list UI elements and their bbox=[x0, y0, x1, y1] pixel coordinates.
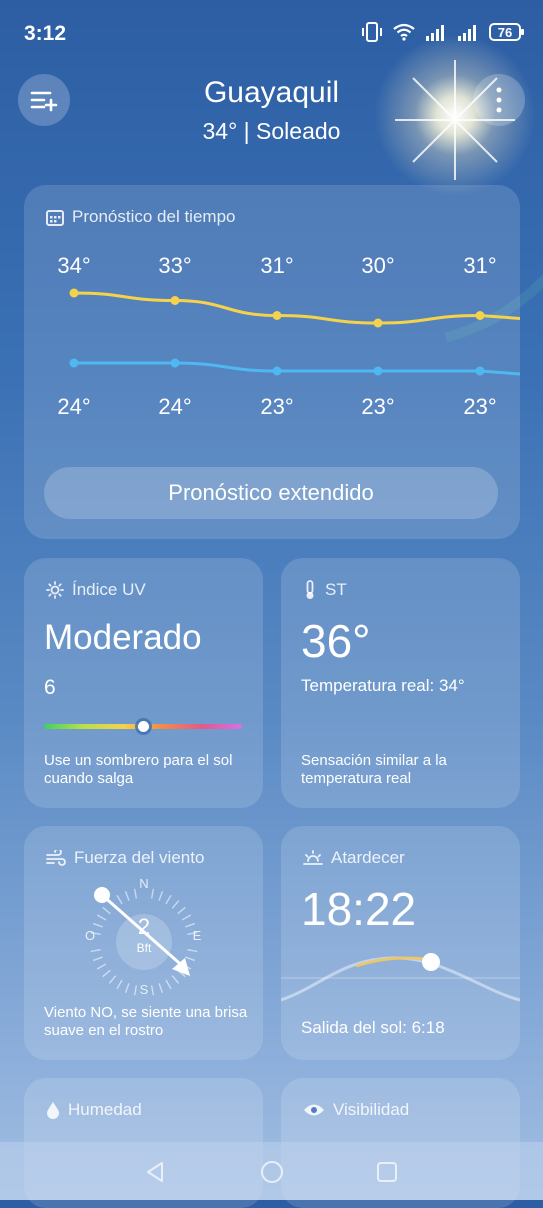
forecast-low-2: 23° bbox=[260, 394, 294, 419]
sun-position-marker bbox=[422, 953, 440, 971]
compass-tick bbox=[116, 979, 123, 990]
sunset-title: Atardecer bbox=[303, 848, 405, 868]
forecast-card[interactable]: Pronóstico del tiempo 34° 33° 31° 30° 31… bbox=[24, 185, 520, 539]
status-bar: 3:12 76 bbox=[0, 0, 543, 70]
compass-tick bbox=[116, 894, 123, 905]
uv-card[interactable]: Índice UV Moderado 6 Use un sombrero par… bbox=[24, 558, 263, 808]
sun-icon bbox=[46, 581, 64, 599]
compass-tick bbox=[124, 891, 130, 901]
forecast-low-point-4 bbox=[475, 366, 485, 376]
wind-card[interactable]: Fuerza del viento N E S O 2 Bft Viento N… bbox=[24, 826, 263, 1060]
feels-like-card[interactable]: ST 36° Temperatura real: 34° Sensación s… bbox=[281, 558, 520, 808]
feels-real-temp: Temperatura real: 34° bbox=[301, 676, 465, 695]
forecast-low-0: 24° bbox=[57, 394, 91, 419]
thermometer-icon bbox=[306, 580, 314, 599]
feels-title-text: ST bbox=[325, 580, 347, 599]
recents-nav-icon[interactable] bbox=[375, 1160, 399, 1184]
compass-tick bbox=[96, 963, 107, 970]
forecast-low-point-1 bbox=[170, 358, 180, 368]
signal-icon bbox=[426, 25, 444, 41]
compass-tick bbox=[158, 983, 164, 993]
forecast-low-point-3 bbox=[373, 366, 383, 376]
compass-tick bbox=[181, 914, 192, 921]
visibility-title-text: Visibilidad bbox=[333, 1100, 410, 1119]
navigation-bar bbox=[0, 1142, 543, 1200]
compass-tick bbox=[165, 894, 172, 905]
feels-value: 36° bbox=[301, 615, 371, 667]
forecast-low-point-0 bbox=[69, 358, 79, 368]
status-icons: 76 bbox=[361, 22, 524, 42]
wind-force: 2 bbox=[138, 914, 150, 939]
compass-tick bbox=[96, 914, 107, 921]
wind-description: Viento NO, se siente una brisa suave en … bbox=[44, 1004, 248, 1039]
signal-icon-2 bbox=[458, 25, 476, 41]
home-nav-icon[interactable] bbox=[259, 1159, 285, 1185]
wind-needle-tail bbox=[94, 887, 110, 903]
compass-tick bbox=[150, 985, 155, 996]
forecast-low-3: 23° bbox=[361, 394, 395, 419]
wind-unit: Bft bbox=[137, 941, 152, 955]
wifi-icon bbox=[393, 23, 415, 41]
uv-title: Índice UV bbox=[46, 580, 146, 600]
status-time: 3:12 bbox=[24, 22, 67, 45]
forecast-high-point-2 bbox=[272, 311, 282, 320]
forecast-high-point-4 bbox=[475, 311, 485, 320]
compass-tick bbox=[171, 975, 180, 984]
sunset-card[interactable]: Atardecer 18:22 Salida del sol: 6:18 bbox=[281, 826, 520, 1060]
compass-tick bbox=[133, 888, 138, 899]
compass-tick bbox=[102, 969, 111, 978]
forecast-low-4: 23° bbox=[463, 394, 497, 419]
compass-tick bbox=[108, 975, 117, 984]
vibrate-icon bbox=[362, 22, 382, 42]
sun-path-chart bbox=[281, 953, 520, 1002]
forecast-high-point-0 bbox=[69, 288, 79, 298]
forecast-low-1: 24° bbox=[158, 394, 192, 419]
compass-n: N bbox=[139, 876, 148, 891]
compass-tick bbox=[185, 956, 195, 962]
uv-value: 6 bbox=[44, 676, 56, 699]
uv-title-text: Índice UV bbox=[72, 580, 146, 599]
city-name: Guayaquil bbox=[203, 76, 340, 109]
compass-tick bbox=[93, 956, 103, 962]
humidity-title: Humedad bbox=[46, 1100, 142, 1120]
sunset-icon bbox=[303, 850, 323, 865]
uv-scale-marker bbox=[138, 721, 149, 732]
compass-tick bbox=[90, 948, 101, 953]
feels-title: ST bbox=[303, 580, 347, 600]
extended-forecast-button[interactable]: Pronóstico extendido bbox=[44, 467, 498, 519]
sun-path-curve bbox=[281, 956, 520, 1002]
battery-icon: 76 bbox=[489, 23, 524, 41]
compass-tick bbox=[133, 985, 138, 996]
sunset-time: 18:22 bbox=[301, 883, 417, 935]
visibility-title: Visibilidad bbox=[303, 1100, 409, 1120]
compass-o: O bbox=[85, 928, 95, 943]
forecast-low-point-2 bbox=[272, 366, 282, 376]
compass-tick bbox=[124, 983, 130, 993]
compass-tick bbox=[165, 979, 172, 990]
water-drop-icon bbox=[47, 1102, 59, 1119]
back-nav-icon[interactable] bbox=[143, 1160, 167, 1184]
compass-tick bbox=[187, 948, 198, 953]
uv-level: Moderado bbox=[44, 618, 202, 657]
uv-advice: Use un sombrero para el sol cuando salga bbox=[44, 752, 233, 787]
compass-tick bbox=[171, 900, 180, 909]
sunset-title-text: Atardecer bbox=[331, 848, 405, 867]
eye-icon bbox=[304, 1104, 324, 1116]
feels-description: Sensación similar a la temperatura real bbox=[301, 752, 447, 787]
compass-tick bbox=[177, 906, 186, 915]
humidity-title-text: Humedad bbox=[68, 1100, 142, 1119]
compass-tick bbox=[150, 888, 155, 899]
compass-s: S bbox=[140, 982, 149, 997]
compass-tick bbox=[93, 922, 103, 928]
forecast-high-line bbox=[73, 291, 520, 325]
compass-tick bbox=[102, 906, 111, 915]
sunrise-time: Salida del sol: 6:18 bbox=[301, 1018, 445, 1037]
forecast-low-line bbox=[74, 361, 520, 376]
forecast-high-point-3 bbox=[373, 318, 383, 328]
forecast-high-point-1 bbox=[170, 296, 180, 305]
compass-tick bbox=[158, 891, 164, 901]
current-summary: 34° | Soleado bbox=[202, 118, 341, 144]
compass-e: E bbox=[193, 928, 202, 943]
compass-tick bbox=[185, 922, 195, 928]
